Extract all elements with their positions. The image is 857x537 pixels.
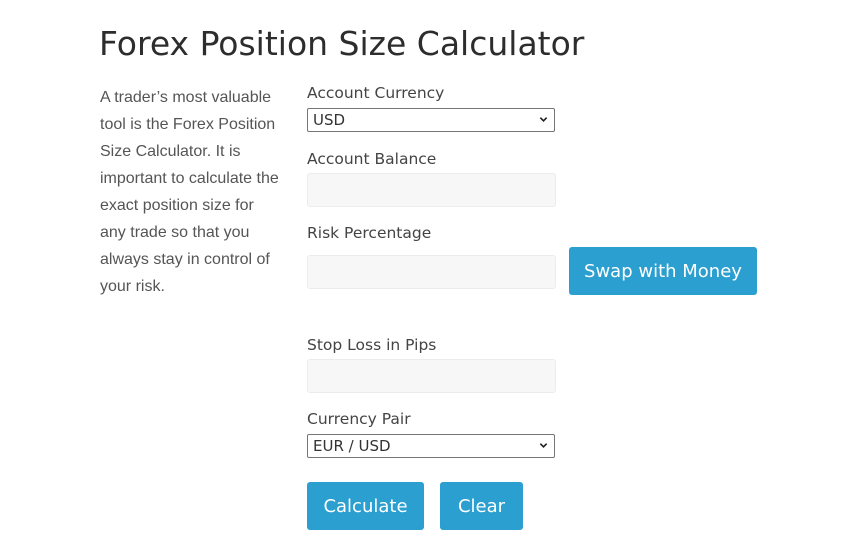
calculate-button[interactable]: Calculate: [307, 482, 424, 530]
swap-with-money-button[interactable]: Swap with Money: [569, 247, 757, 295]
stop-loss-input[interactable]: [307, 359, 556, 393]
risk-percentage-input[interactable]: [307, 255, 556, 289]
account-balance-label: Account Balance: [307, 150, 437, 168]
account-currency-select[interactable]: USD: [307, 108, 555, 132]
currency-pair-label: Currency Pair: [307, 410, 411, 428]
page-title: Forex Position Size Calculator: [99, 24, 585, 63]
chevron-down-icon: [539, 117, 548, 122]
stop-loss-label: Stop Loss in Pips: [307, 336, 437, 354]
clear-button[interactable]: Clear: [440, 482, 523, 530]
risk-percentage-label: Risk Percentage: [307, 224, 432, 242]
account-currency-label: Account Currency: [307, 84, 445, 102]
currency-pair-select[interactable]: EUR / USD: [307, 434, 555, 458]
currency-pair-value: EUR / USD: [313, 437, 391, 455]
intro-text: A trader’s most valuable tool is the For…: [100, 89, 279, 295]
chevron-down-icon: [539, 443, 548, 448]
account-currency-value: USD: [313, 111, 346, 129]
account-balance-input[interactable]: [307, 173, 556, 207]
